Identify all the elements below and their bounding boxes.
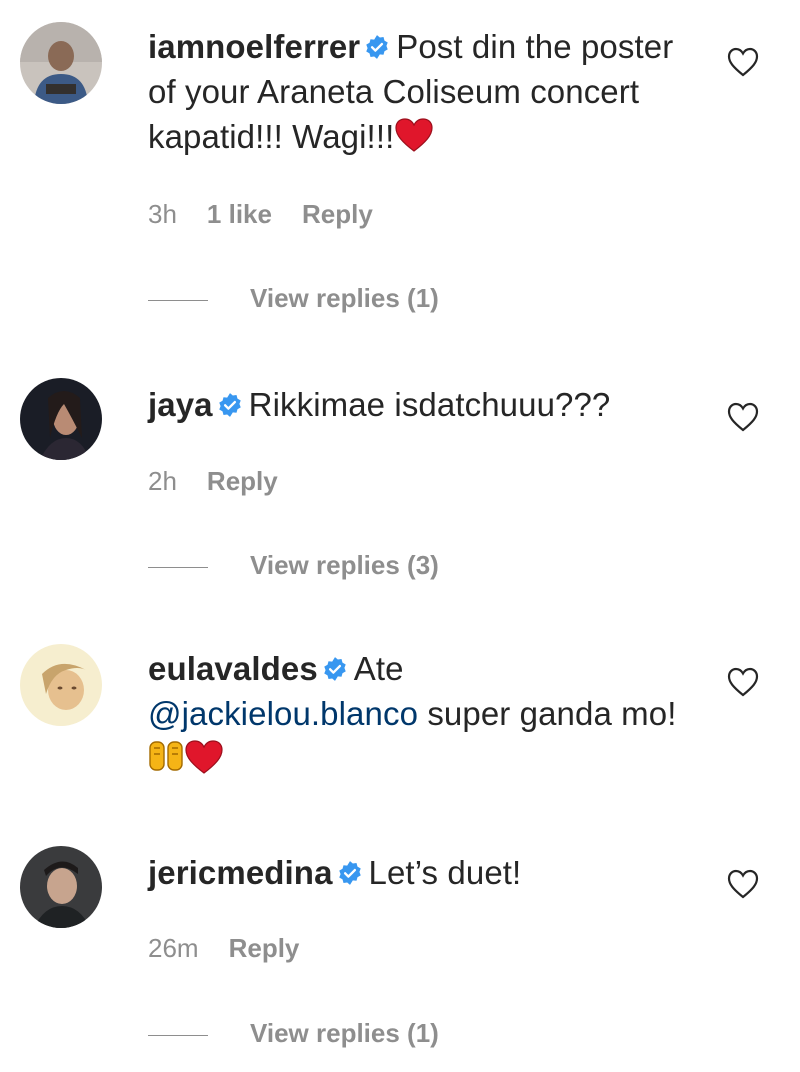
comment-body: Let’s duet! [368,854,522,891]
view-replies-label: View replies (3) [250,550,439,580]
comment-meta: 2h Reply [148,464,308,498]
verified-badge-icon [338,861,361,885]
avatar[interactable] [20,846,102,928]
red-heart-icon [395,118,433,152]
comment-username[interactable]: iamnoelferrer [148,28,360,65]
verified-badge-icon [366,35,388,59]
comment-text: jericmedina Let’s duet! [148,850,688,895]
mention-link[interactable]: @jackielou.blanco [148,695,418,732]
reply-button[interactable]: Reply [207,466,278,496]
view-replies-line [148,299,208,301]
view-replies-line [148,1034,208,1036]
comment-text: iamnoelferrer Post din the poster of your… [148,24,688,159]
verified-badge-icon [324,657,346,681]
comment-meta: 26m Reply [148,931,329,965]
comment-time[interactable]: 3h [148,199,177,229]
view-replies-button[interactable]: View replies (1) [148,1016,439,1050]
reply-button[interactable]: Reply [302,199,373,229]
like-heart-icon[interactable] [726,401,760,433]
view-replies-line [148,566,208,568]
comment-text: eulavaldes Ate @jackielou.blanco super gan… [148,646,688,781]
avatar-image [20,644,102,726]
verified-badge-icon [218,393,241,417]
like-heart-icon[interactable] [726,46,760,78]
comment-likes[interactable]: 1 like [207,199,272,229]
comment-body: Rikkimae isdatchuuu??? [248,386,611,423]
avatar[interactable] [20,378,102,460]
comment-body-continued: super ganda mo! [427,695,677,732]
view-replies-label: View replies (1) [250,1018,439,1048]
avatar-image [20,846,102,928]
comment-username[interactable]: jaya [148,386,213,423]
like-heart-icon[interactable] [726,868,760,900]
raising-hands-icon [149,741,183,771]
view-replies-button[interactable]: View replies (3) [148,548,439,582]
comment-body: Ate [353,650,404,687]
avatar[interactable] [20,22,102,104]
avatar[interactable] [20,644,102,726]
comment-time[interactable]: 2h [148,466,177,496]
like-heart-icon[interactable] [726,666,760,698]
view-replies-button[interactable]: View replies (1) [148,281,439,315]
avatar-image [20,378,102,460]
avatar-image [20,22,102,104]
comment-text: jaya Rikkimae isdatchuuu??? [148,382,688,427]
reply-button[interactable]: Reply [229,933,300,963]
comment-username[interactable]: eulavaldes [148,650,318,687]
red-heart-icon [185,740,223,774]
view-replies-label: View replies (1) [250,283,439,313]
comment-meta: 3h 1 like Reply [148,197,403,231]
comment-username[interactable]: jericmedina [148,854,333,891]
comment-time[interactable]: 26m [148,933,199,963]
